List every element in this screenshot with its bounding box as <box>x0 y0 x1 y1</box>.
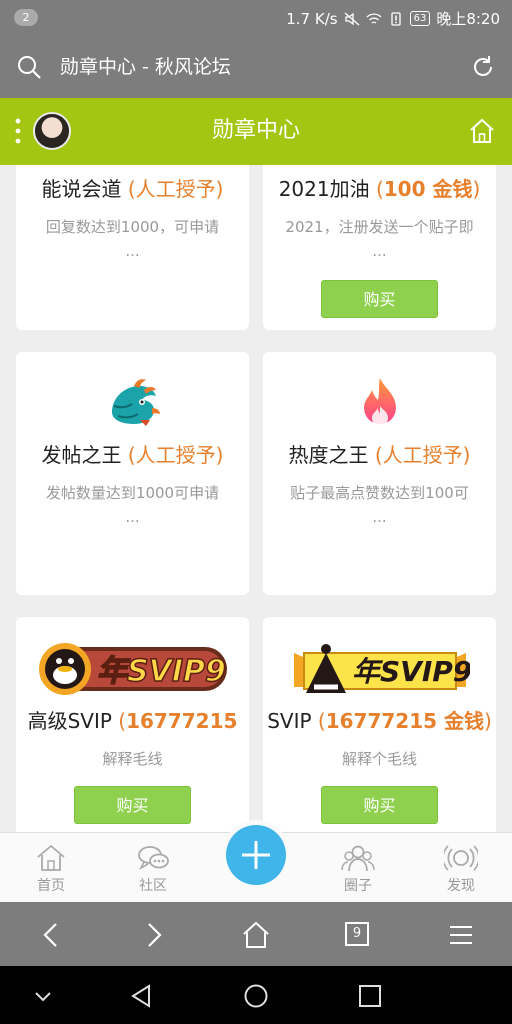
wifi-icon <box>366 12 382 24</box>
notification-count-badge: 2 <box>14 9 38 26</box>
system-navigation-bar <box>0 966 512 1024</box>
medal-price: (人工授予) <box>374 443 471 467</box>
medal-price: (人工授予) <box>127 443 224 467</box>
svip-badge-icon: 年SVIP9 <box>293 644 470 693</box>
medal-name: SVIP <box>267 709 312 733</box>
system-back-icon[interactable] <box>129 983 155 1009</box>
home-outline-icon <box>37 844 65 871</box>
medal-price: (人工授予) <box>127 177 224 201</box>
alert-icon <box>390 11 401 26</box>
network-speed: 1.7 K/s <box>286 9 338 28</box>
status-bar: 2 1.7 K/s 63 晚上8:20 <box>0 0 512 36</box>
tab-home[interactable]: 首页 <box>16 843 86 895</box>
medal-description: 发帖数量达到1000可申请 ... <box>45 484 220 526</box>
plus-icon <box>242 841 270 869</box>
chat-bubbles-icon <box>138 846 169 871</box>
medal-card: 发帖之王 (人工授予) 发帖数量达到1000可申请 ... <box>16 352 249 595</box>
mute-icon <box>344 12 360 25</box>
tab-circle-label: 圈子 <box>344 878 372 894</box>
browser-home-icon[interactable] <box>241 920 271 950</box>
tab-discover[interactable]: 发现 <box>426 843 496 895</box>
collapse-icon[interactable] <box>30 983 56 1009</box>
medal-name: 高级SVIP <box>27 709 112 733</box>
medal-description: 解释毛线 <box>102 750 163 768</box>
add-post-button[interactable] <box>221 820 291 890</box>
medal-card: 2021加油 (100 金钱) 2021，注册发送一个贴子即 ... 购买 <box>263 165 496 330</box>
page-title: 勋章中心 <box>211 118 300 143</box>
page-header: 勋章中心 <box>0 98 512 165</box>
medal-description: 贴子最高点赞数达到100可 ... <box>290 484 469 526</box>
tab-community[interactable]: 社区 <box>118 843 188 895</box>
medal-card: 年SVIP9 高级SVIP (16777215 解释毛线 购买 <box>16 617 249 832</box>
bottom-tab-bar: 首页 社区 圈子 发现 <box>0 820 512 903</box>
medal-description: 2021，注册发送一个贴子即 ... <box>285 218 474 260</box>
medal-name: 2021加油 <box>278 177 370 201</box>
tab-home-label: 首页 <box>37 878 65 894</box>
buy-button[interactable]: 购买 <box>321 786 438 824</box>
tab-discover-label: 发现 <box>447 878 475 894</box>
recent-apps-icon[interactable] <box>357 983 383 1009</box>
svg-text:年SVIP9: 年SVIP9 <box>352 655 470 688</box>
medal-name: 发帖之王 <box>41 443 122 467</box>
back-icon[interactable] <box>37 920 67 950</box>
battery-level: 63 <box>409 11 431 26</box>
medal-card: 热度之王 (人工授予) 贴子最高点赞数达到100可 ... <box>263 352 496 595</box>
tab-circle[interactable]: 圈子 <box>323 843 393 895</box>
group-icon <box>341 845 375 872</box>
forward-icon[interactable] <box>138 920 168 950</box>
page-url-title[interactable]: 勋章中心 - 秋风论坛 <box>60 54 231 80</box>
flame-badge-icon <box>363 378 396 426</box>
medal-name: 热度之王 <box>288 443 369 467</box>
buy-button[interactable]: 购买 <box>321 280 438 318</box>
medal-list: 能说会道 (人工授予) 回复数达到1000，可申请 ... 2021加油 (10… <box>0 165 512 832</box>
broadcast-icon <box>444 845 478 871</box>
buy-button[interactable]: 购买 <box>74 786 191 824</box>
menu-icon[interactable] <box>446 920 476 950</box>
browser-url-bar: 勋章中心 - 秋风论坛 <box>0 36 512 98</box>
medal-description: 回复数达到1000，可申请 ... <box>45 218 220 260</box>
medal-price: 16777215 金钱 <box>325 709 484 733</box>
medal-price: 100 金钱 <box>383 177 473 201</box>
system-home-icon[interactable] <box>243 983 269 1009</box>
medal-price: 16777215 <box>126 709 238 733</box>
medal-description: 解释个毛线 <box>341 750 417 768</box>
svip-badge-icon: 年SVIP9 <box>38 643 227 695</box>
tab-count-button[interactable]: 9 <box>345 922 369 946</box>
medal-card: 年SVIP9 SVIP (16777215 金钱) 解释个毛线 购买 <box>263 617 496 832</box>
home-icon[interactable] <box>468 118 496 144</box>
refresh-icon[interactable] <box>470 54 496 80</box>
svg-text:年SVIP9: 年SVIP9 <box>97 654 226 689</box>
browser-toolbar: 9 <box>0 902 512 966</box>
search-icon[interactable] <box>16 54 42 80</box>
dragon-badge-icon <box>111 379 160 426</box>
medal-name: 能说会道 <box>41 177 122 201</box>
clock: 晚上8:20 <box>436 10 500 28</box>
medal-card: 能说会道 (人工授予) 回复数达到1000，可申请 ... <box>16 165 249 330</box>
tab-community-label: 社区 <box>139 878 167 894</box>
